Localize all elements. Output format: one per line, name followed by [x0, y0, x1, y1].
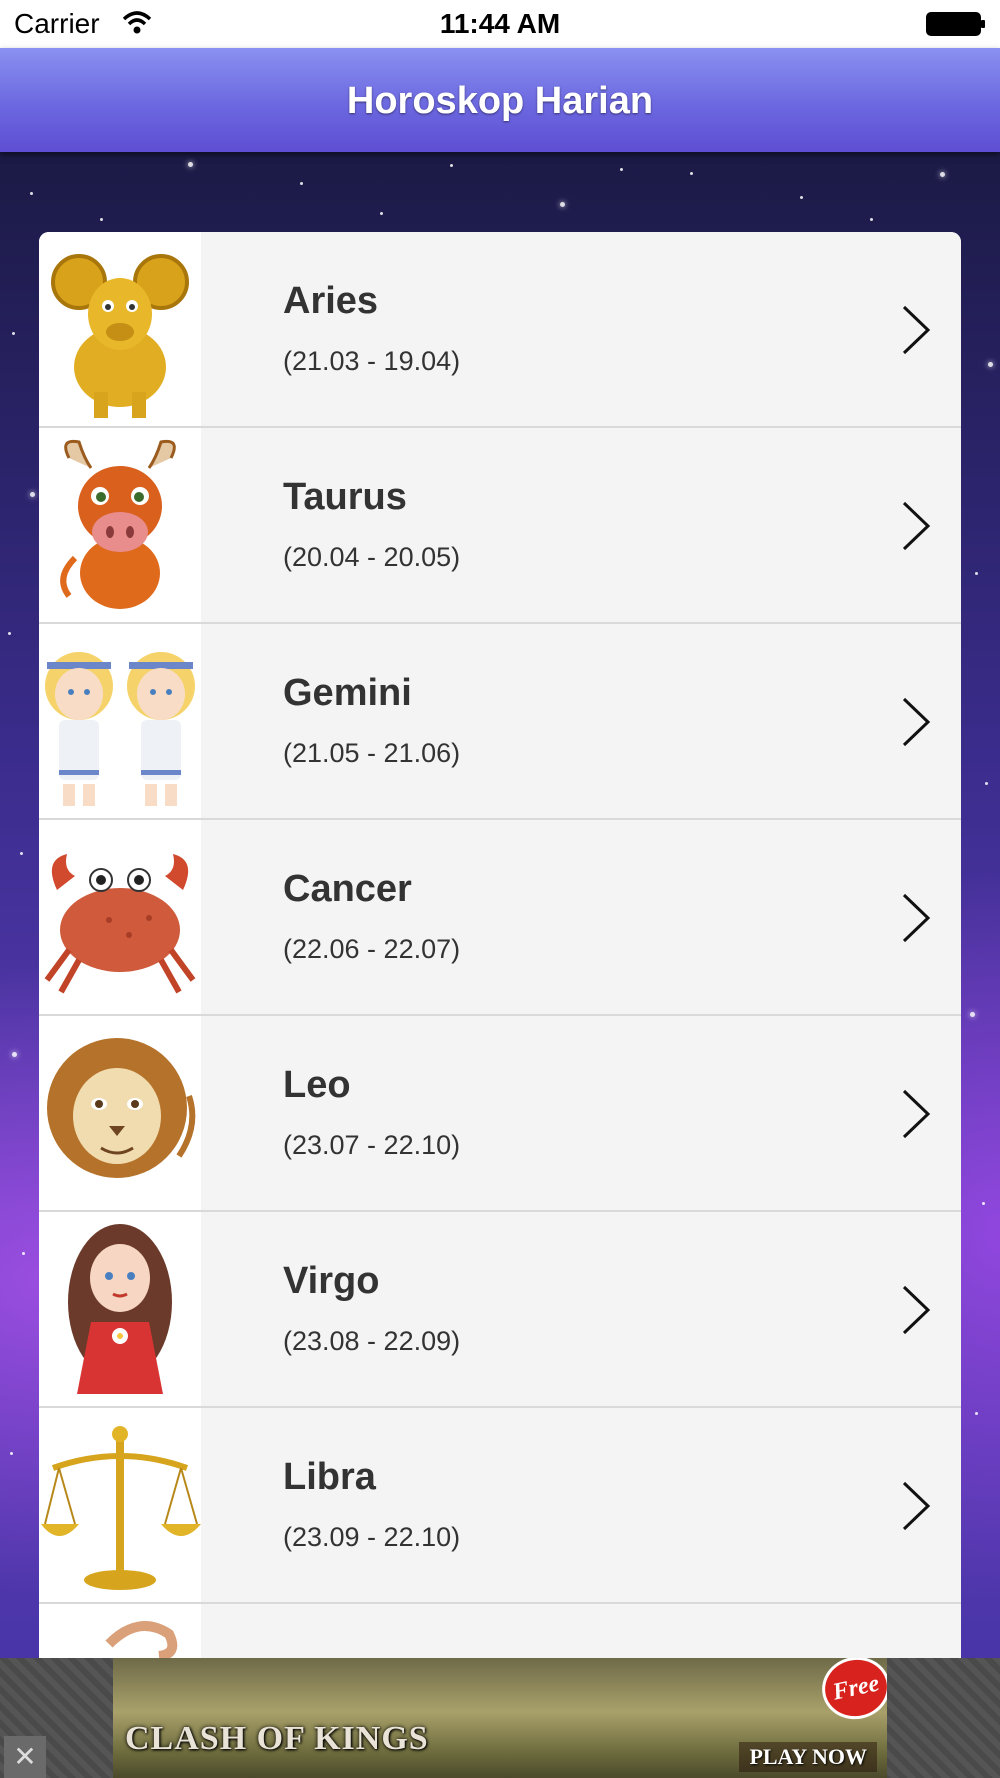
sign-dates: (23.08 - 22.09) [283, 1326, 461, 1356]
sign-name: Gemini [283, 672, 412, 714]
ad-banner: CLASH OF KINGS Free PLAY NOW ✕ [0, 1658, 1000, 1778]
twins-icon [39, 624, 201, 818]
list-item-leo[interactable]: Leo (23.07 - 22.10) [39, 1016, 961, 1212]
sign-dates: (21.03 - 19.04) [283, 346, 461, 376]
scorpion-icon [39, 1604, 201, 1658]
sign-dates: (23.07 - 22.10) [283, 1130, 461, 1160]
chevron-right-icon [902, 305, 931, 355]
sign-name: Libra [283, 1456, 376, 1498]
navigation-bar: Horoskop Harian [0, 48, 1000, 152]
ad-free-badge: Free [819, 1658, 887, 1722]
chevron-right-icon [902, 1481, 931, 1531]
page-title: Horoskop Harian [346, 80, 654, 122]
ad-image[interactable]: CLASH OF KINGS Free PLAY NOW [113, 1658, 887, 1778]
list-item-taurus[interactable]: Taurus (20.04 - 20.05) [39, 428, 961, 624]
sign-name: Taurus [283, 476, 407, 518]
zodiac-list: Aries (21.03 - 19.04) Taurus (20.04 - 20… [39, 232, 961, 1658]
sign-dates: (22.06 - 22.07) [283, 934, 461, 964]
chevron-right-icon [902, 697, 931, 747]
status-bar: Carrier 11:44 AM [0, 0, 1000, 48]
list-item-virgo[interactable]: Virgo (23.08 - 22.09) [39, 1212, 961, 1408]
close-ad-button[interactable]: ✕ [4, 1736, 46, 1778]
chevron-right-icon [902, 1089, 931, 1139]
sign-name: Cancer [283, 868, 412, 910]
bull-icon [39, 428, 201, 622]
list-item-libra[interactable]: Libra (23.09 - 22.10) [39, 1408, 961, 1604]
lion-icon [39, 1016, 201, 1210]
scales-icon [39, 1408, 201, 1602]
battery-icon [926, 12, 985, 36]
list-item-gemini[interactable]: Gemini (21.05 - 21.06) [39, 624, 961, 820]
ad-play-now-button[interactable]: PLAY NOW [739, 1742, 877, 1772]
crab-icon [39, 820, 201, 1014]
sign-name: Virgo [283, 1260, 380, 1302]
sign-name: Aries [283, 280, 379, 322]
clock: 11:44 AM [439, 8, 561, 39]
chevron-right-icon [902, 1285, 931, 1335]
list-item-aries[interactable]: Aries (21.03 - 19.04) [39, 232, 961, 428]
chevron-right-icon [902, 501, 931, 551]
ad-brand: CLASH OF KINGS [125, 1720, 429, 1757]
list-item-cancer[interactable]: Cancer (22.06 - 22.07) [39, 820, 961, 1016]
list-item-partial[interactable] [39, 1604, 961, 1658]
sign-name: Leo [283, 1064, 351, 1106]
chevron-right-icon [902, 893, 931, 943]
maiden-icon [39, 1212, 201, 1406]
ram-icon [39, 232, 201, 426]
sign-dates: (21.05 - 21.06) [283, 738, 461, 768]
sign-dates: (23.09 - 22.10) [283, 1522, 461, 1552]
sign-dates: (20.04 - 20.05) [283, 542, 461, 572]
